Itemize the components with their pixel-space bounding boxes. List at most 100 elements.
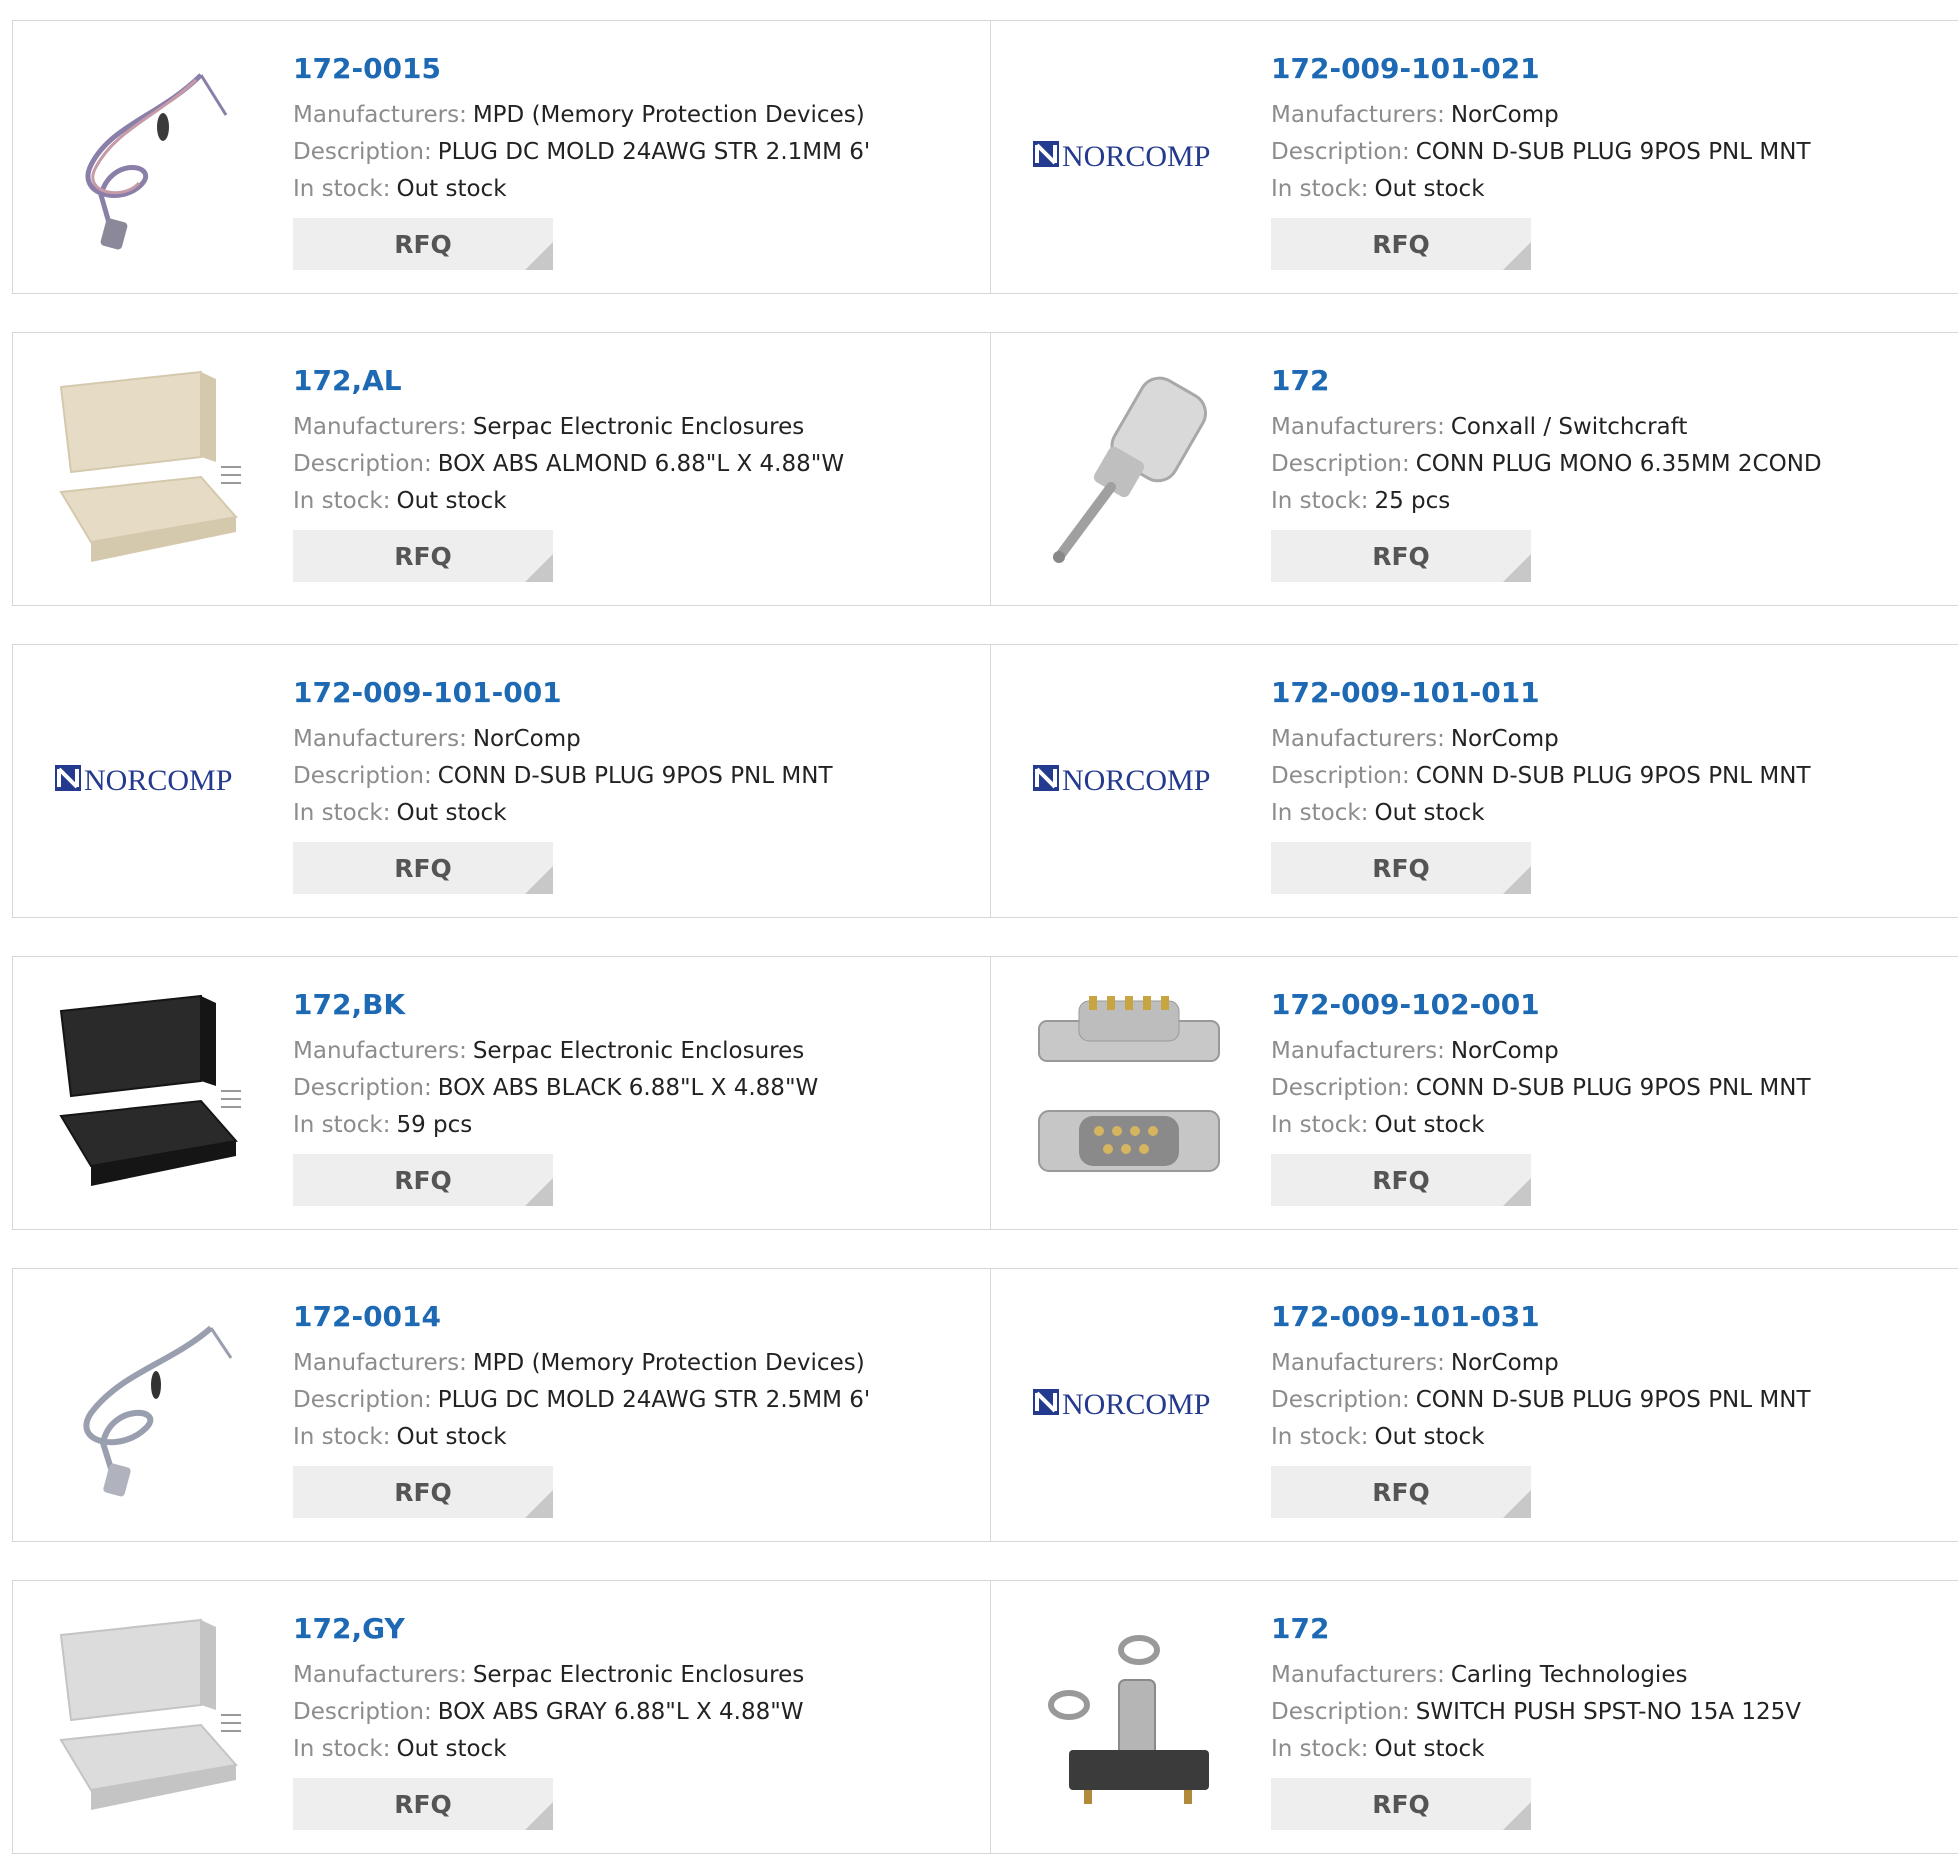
product-card: 172-0015 Manufacturers: MPD (Memory Protec…: [13, 21, 991, 293]
rfq-label: RFQ: [1372, 1165, 1430, 1195]
manufacturer-value: NorComp: [1450, 726, 1559, 752]
description-value: CONN D-SUB PLUG 9POS PNL MNT: [1415, 763, 1811, 789]
svg-text:NORCOMP: NORCOMP: [1062, 1388, 1210, 1421]
description-value: CONN D-SUB PLUG 9POS PNL MNT: [1415, 139, 1811, 165]
svg-text:NORCOMP: NORCOMP: [1062, 140, 1210, 173]
rfq-button[interactable]: RFQ: [1271, 842, 1531, 894]
description-value: CONN D-SUB PLUG 9POS PNL MNT: [1415, 1387, 1811, 1413]
part-number-link[interactable]: 172-009-101-001: [293, 675, 833, 711]
rfq-button[interactable]: RFQ: [293, 530, 553, 582]
manufacturer-line: Manufacturers: Serpac Electronic Enclosur…: [293, 409, 844, 446]
stock-label: In stock:: [293, 176, 391, 202]
part-number-link[interactable]: 172-009-101-021: [1271, 51, 1811, 87]
manufacturer-label: Manufacturers:: [293, 726, 467, 752]
part-number-link[interactable]: 172: [1271, 363, 1822, 399]
product-card: 172,GY Manufacturers: Serpac Electronic En…: [13, 1581, 991, 1853]
description-line: Description: BOX ABS ALMOND 6.88"L X 4.88…: [293, 446, 844, 483]
dsub-connector-icon[interactable]: [1029, 991, 1229, 1191]
description-label: Description:: [293, 451, 432, 477]
rfq-corner-decoration: [1503, 1178, 1531, 1206]
manufacturer-value: Serpac Electronic Enclosures: [472, 1662, 805, 1688]
stock-line: In stock: Out stock: [293, 483, 844, 520]
rfq-button[interactable]: RFQ: [293, 1778, 553, 1830]
rfq-label: RFQ: [1372, 541, 1430, 571]
manufacturer-value: NorComp: [472, 726, 581, 752]
manufacturer-value: Serpac Electronic Enclosures: [472, 414, 805, 440]
part-number-link[interactable]: 172-0014: [293, 1299, 870, 1335]
rfq-button[interactable]: RFQ: [293, 218, 553, 270]
description-value: BOX ABS GRAY 6.88"L X 4.88"W: [437, 1699, 804, 1725]
product-grid: 172-0015 Manufacturers: MPD (Memory Protec…: [0, 0, 1958, 1854]
manufacturer-value: Carling Technologies: [1450, 1662, 1688, 1688]
manufacturer-label: Manufacturers:: [1271, 102, 1445, 128]
part-number-link[interactable]: 172,GY: [293, 1611, 804, 1647]
stock-line: In stock: Out stock: [293, 795, 833, 832]
rfq-label: RFQ: [1372, 229, 1430, 259]
product-card: 172 Manufacturers: Carling Technologies Des…: [991, 1581, 1958, 1853]
description-line: Description: CONN D-SUB PLUG 9POS PNL MNT: [293, 758, 833, 795]
manufacturer-line: Manufacturers: NorComp: [1271, 1345, 1811, 1382]
description-line: Description: PLUG DC MOLD 24AWG STR 2.1MM…: [293, 134, 870, 171]
part-number-link[interactable]: 172-009-101-011: [1271, 675, 1811, 711]
manufacturer-line: Manufacturers: NorComp: [1271, 1033, 1811, 1070]
rfq-corner-decoration: [1503, 866, 1531, 894]
norcomp-logo-icon[interactable]: NORCOMP: [1029, 679, 1229, 879]
stock-line: In stock: Out stock: [1271, 1419, 1811, 1456]
product-info: 172 Manufacturers: Carling Technologies Des…: [1271, 1611, 1801, 1830]
product-card: 172-0014 Manufacturers: MPD (Memory Protec…: [13, 1269, 991, 1541]
norcomp-logo-icon[interactable]: NORCOMP: [1029, 1303, 1229, 1503]
rfq-corner-decoration: [1503, 554, 1531, 582]
rfq-button[interactable]: RFQ: [293, 1154, 553, 1206]
rfq-label: RFQ: [394, 1477, 452, 1507]
manufacturer-line: Manufacturers: Conxall / Switchcraft: [1271, 409, 1822, 446]
stock-line: In stock: 59 pcs: [293, 1107, 818, 1144]
enclosure-gray-icon[interactable]: [51, 1615, 251, 1815]
stock-label: In stock:: [293, 1424, 391, 1450]
norcomp-logo-icon[interactable]: NORCOMP: [51, 679, 251, 879]
rfq-corner-decoration: [1503, 1802, 1531, 1830]
manufacturer-value: MPD (Memory Protection Devices): [472, 102, 865, 128]
rfq-button[interactable]: RFQ: [1271, 1778, 1531, 1830]
rfq-button[interactable]: RFQ: [1271, 530, 1531, 582]
manufacturer-line: Manufacturers: Serpac Electronic Enclosur…: [293, 1657, 804, 1694]
manufacturer-label: Manufacturers:: [1271, 1038, 1445, 1064]
enclosure-almond-icon[interactable]: [51, 367, 251, 567]
product-row: NORCOMP 172-009-101-001 Manufacturers: NorC…: [12, 644, 1958, 918]
manufacturer-value: Serpac Electronic Enclosures: [472, 1038, 805, 1064]
rfq-corner-decoration: [525, 1178, 553, 1206]
product-info: 172-009-101-021 Manufacturers: NorComp Desc…: [1271, 51, 1811, 270]
jack-plug-icon[interactable]: [1029, 367, 1229, 567]
norcomp-logo-icon[interactable]: NORCOMP: [1029, 55, 1229, 255]
description-label: Description:: [1271, 1075, 1410, 1101]
rfq-button[interactable]: RFQ: [1271, 1466, 1531, 1518]
rfq-label: RFQ: [394, 1789, 452, 1819]
description-line: Description: CONN PLUG MONO 6.35MM 2COND: [1271, 446, 1822, 483]
rfq-button[interactable]: RFQ: [1271, 218, 1531, 270]
svg-text:NORCOMP: NORCOMP: [1062, 764, 1210, 797]
manufacturer-label: Manufacturers:: [293, 1038, 467, 1064]
svg-text:NORCOMP: NORCOMP: [84, 764, 232, 797]
description-label: Description:: [293, 763, 432, 789]
description-label: Description:: [293, 1075, 432, 1101]
stock-line: In stock: Out stock: [293, 1731, 804, 1768]
description-line: Description: BOX ABS BLACK 6.88"L X 4.88"…: [293, 1070, 818, 1107]
manufacturer-line: Manufacturers: MPD (Memory Protection Dev…: [293, 1345, 870, 1382]
stock-value: Out stock: [1374, 1736, 1485, 1762]
stock-line: In stock: 25 pcs: [1271, 483, 1822, 520]
description-value: CONN D-SUB PLUG 9POS PNL MNT: [1415, 1075, 1811, 1101]
part-number-link[interactable]: 172-009-102-001: [1271, 987, 1811, 1023]
cable-red-icon[interactable]: [51, 55, 251, 255]
stock-line: In stock: Out stock: [293, 1419, 870, 1456]
part-number-link[interactable]: 172-0015: [293, 51, 870, 87]
part-number-link[interactable]: 172,AL: [293, 363, 844, 399]
push-switch-icon[interactable]: [1029, 1615, 1229, 1815]
part-number-link[interactable]: 172,BK: [293, 987, 818, 1023]
part-number-link[interactable]: 172-009-101-031: [1271, 1299, 1811, 1335]
cable-gray-icon[interactable]: [51, 1303, 251, 1503]
part-number-link[interactable]: 172: [1271, 1611, 1801, 1647]
rfq-button[interactable]: RFQ: [293, 1466, 553, 1518]
enclosure-black-icon[interactable]: [51, 991, 251, 1191]
rfq-button[interactable]: RFQ: [293, 842, 553, 894]
rfq-button[interactable]: RFQ: [1271, 1154, 1531, 1206]
stock-value: Out stock: [396, 176, 507, 202]
